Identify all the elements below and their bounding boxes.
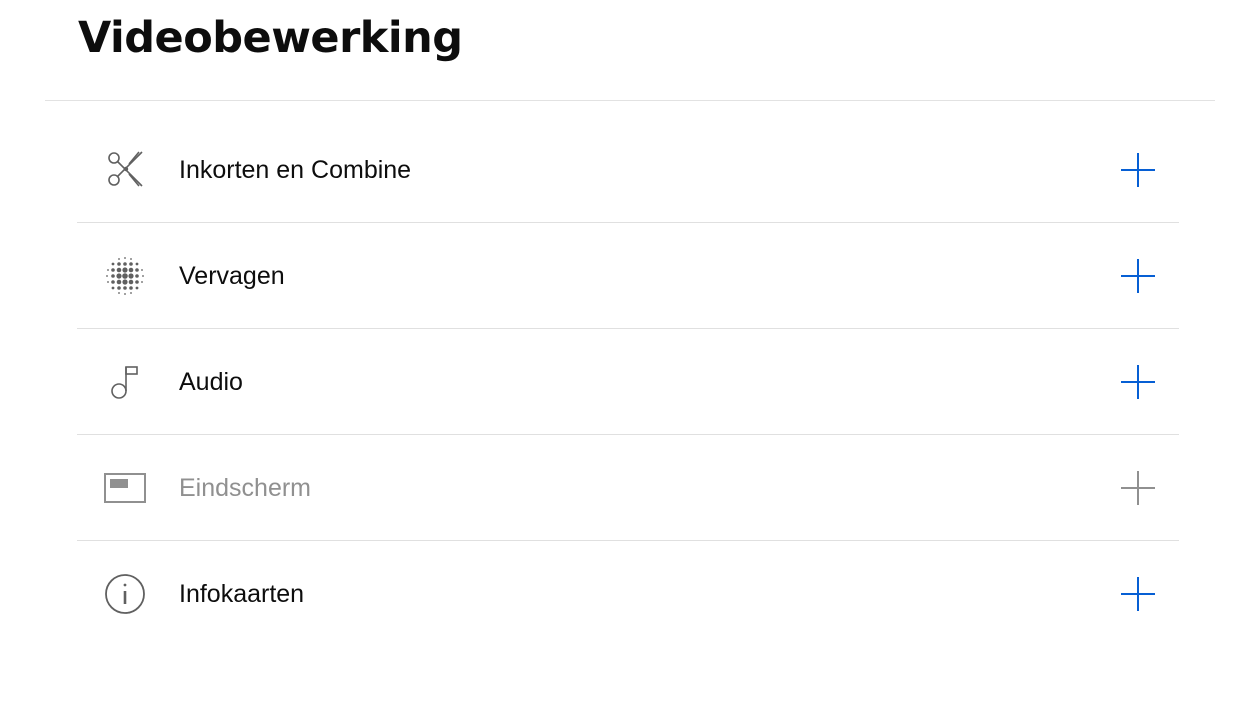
tool-label: Audio bbox=[179, 367, 243, 396]
page-title: Videobewerking bbox=[78, 13, 463, 63]
scissors-icon bbox=[104, 149, 146, 191]
add-info-cards-button[interactable] bbox=[1120, 576, 1156, 612]
music-note-icon bbox=[104, 361, 146, 403]
add-trim-button[interactable] bbox=[1120, 152, 1156, 188]
tool-row-info-cards[interactable]: Infokaarten bbox=[77, 541, 1179, 647]
video-editor-page: Videobewerking Inkorten en Combine Verva… bbox=[0, 0, 1259, 708]
tool-label: Vervagen bbox=[179, 261, 285, 290]
blur-icon bbox=[104, 255, 146, 297]
tool-row-blur[interactable]: Vervagen bbox=[77, 223, 1179, 329]
add-blur-button[interactable] bbox=[1120, 258, 1156, 294]
tool-list: Inkorten en Combine Vervagen Audio Einds… bbox=[77, 117, 1179, 647]
tool-row-trim[interactable]: Inkorten en Combine bbox=[77, 117, 1179, 223]
tool-row-audio[interactable]: Audio bbox=[77, 329, 1179, 435]
end-screen-icon bbox=[104, 467, 146, 509]
add-end-screen-button[interactable] bbox=[1120, 470, 1156, 506]
tool-label: Inkorten en Combine bbox=[179, 155, 412, 184]
add-audio-button[interactable] bbox=[1120, 364, 1156, 400]
tool-row-end-screen[interactable]: Eindscherm bbox=[77, 435, 1179, 541]
tool-label: Eindscherm bbox=[179, 473, 311, 502]
tool-label: Infokaarten bbox=[179, 580, 305, 608]
title-divider bbox=[45, 100, 1215, 101]
info-icon bbox=[104, 573, 146, 615]
